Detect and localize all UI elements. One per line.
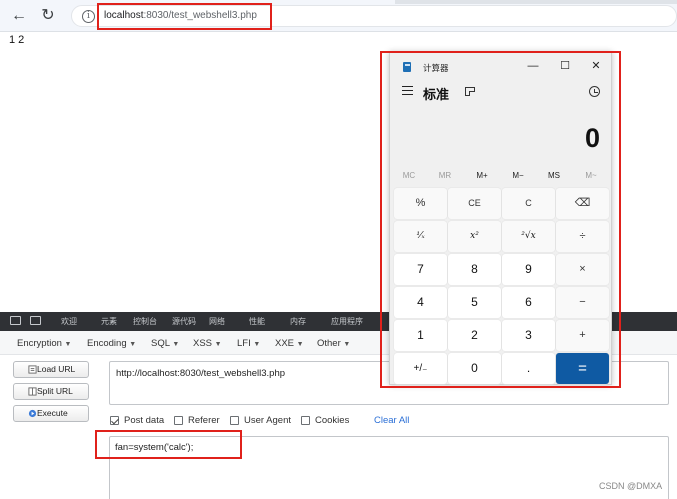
- cookies-checkbox[interactable]: [301, 416, 310, 425]
- menu-lfi-label: LFI: [237, 338, 251, 349]
- chevron-down-icon: ▼: [253, 341, 261, 348]
- clear-all-link[interactable]: Clear All: [374, 415, 409, 426]
- back-icon[interactable]: ←: [9, 6, 29, 26]
- referer-label: Referer: [188, 415, 220, 426]
- reload-icon[interactable]: ↻: [38, 6, 58, 26]
- browser-window: ← ↻ i localhost:8030/test_webshell3.php …: [0, 0, 677, 499]
- site-info-icon[interactable]: i: [82, 10, 95, 23]
- menu-xxe-label: XXE: [275, 338, 295, 349]
- menu-other[interactable]: Other ▼: [317, 338, 350, 349]
- menu-xss[interactable]: XSS ▼: [193, 338, 222, 349]
- highlight-box-url: [97, 3, 272, 30]
- devtools-tab-sources[interactable]: 源代码: [172, 316, 196, 327]
- menu-xss-label: XSS: [193, 338, 213, 349]
- highlight-box-calculator: [380, 51, 621, 388]
- split-url-button[interactable]: Split URL: [13, 383, 89, 400]
- menu-lfi[interactable]: LFI ▼: [237, 338, 260, 349]
- page-output-text: 1 2: [9, 34, 25, 46]
- load-url-button[interactable]: Load URL: [13, 361, 89, 378]
- execute-icon: [28, 409, 37, 418]
- menu-encoding-label: Encoding: [87, 338, 127, 349]
- devtools-tab-console[interactable]: 控制台: [133, 316, 157, 327]
- menu-xxe[interactable]: XXE ▼: [275, 338, 304, 349]
- menu-sql[interactable]: SQL ▼: [151, 338, 179, 349]
- devtools-tab-network[interactable]: 网络: [209, 316, 225, 327]
- chevron-down-icon: ▼: [64, 341, 72, 348]
- post-data-checkbox[interactable]: [110, 416, 119, 425]
- inspect-element-icon[interactable]: [30, 316, 41, 325]
- user-agent-label: User Agent: [244, 415, 291, 426]
- url-input-value: http://localhost:8030/test_webshell3.php: [116, 368, 286, 379]
- post-data-label: Post data: [124, 415, 165, 426]
- execute-label: Execute: [37, 408, 68, 418]
- menu-encryption-label: Encryption: [17, 338, 62, 349]
- user-agent-checkbox[interactable]: [230, 416, 239, 425]
- menu-sql-label: SQL: [151, 338, 170, 349]
- chevron-down-icon: ▼: [343, 341, 351, 348]
- device-toolbar-icon[interactable]: [10, 316, 21, 325]
- highlight-box-post: [95, 430, 242, 459]
- chevron-down-icon: ▼: [172, 341, 180, 348]
- load-url-label: Load URL: [37, 364, 76, 374]
- tab-strip: [395, 0, 677, 4]
- cookies-label: Cookies: [315, 415, 350, 426]
- menu-other-label: Other: [317, 338, 341, 349]
- menu-encryption[interactable]: Encryption ▼: [17, 338, 71, 349]
- devtools-tab-memory[interactable]: 内存: [290, 316, 306, 327]
- chevron-down-icon: ▼: [296, 341, 304, 348]
- execute-button[interactable]: Execute: [13, 405, 89, 422]
- menu-encoding[interactable]: Encoding ▼: [87, 338, 136, 349]
- chevron-down-icon: ▼: [129, 341, 137, 348]
- devtools-tab-elements[interactable]: 元素: [101, 316, 117, 327]
- devtools-tab-welcome[interactable]: 欢迎: [61, 316, 77, 327]
- load-url-icon: [28, 365, 37, 374]
- devtools-tab-application[interactable]: 应用程序: [331, 316, 363, 327]
- split-url-label: Split URL: [37, 386, 73, 396]
- chevron-down-icon: ▼: [214, 341, 222, 348]
- split-url-icon: [28, 387, 37, 396]
- referer-checkbox[interactable]: [174, 416, 183, 425]
- devtools-tab-performance[interactable]: 性能: [249, 316, 265, 327]
- watermark-text: CSDN @DMXA: [599, 481, 663, 491]
